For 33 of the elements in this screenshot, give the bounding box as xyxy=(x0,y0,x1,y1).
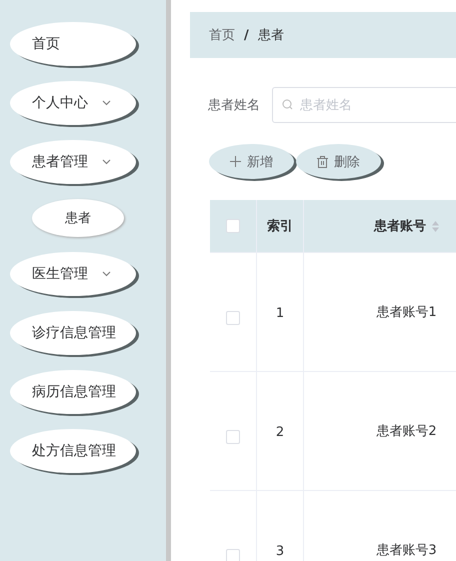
menu-item[interactable]: 首页 xyxy=(10,22,136,66)
menu-item[interactable]: 病历信息管理 xyxy=(10,370,136,414)
table-cell: 2 xyxy=(276,425,284,440)
table-cell-text: 患者账号3 xyxy=(376,542,437,559)
row-checkbox[interactable] xyxy=(226,430,240,444)
plus-icon xyxy=(230,156,241,167)
table-cell: 1 xyxy=(276,306,284,321)
search-label: 患者姓名 xyxy=(208,97,260,114)
table-cell-text: 患者账号2 xyxy=(376,423,437,440)
table-cell-text: 患者账号1 xyxy=(376,304,437,321)
breadcrumb-separator: / xyxy=(244,28,249,42)
chevron-down-icon xyxy=(102,100,111,106)
menu-item[interactable]: 处方信息管理 xyxy=(10,429,136,473)
breadcrumb-item: 患者 xyxy=(258,27,284,44)
add-button[interactable]: 新增 xyxy=(209,144,294,179)
trash-icon xyxy=(317,156,328,168)
menu-item[interactable]: 患者管理 xyxy=(10,140,136,184)
table-cell: 3 xyxy=(276,544,284,559)
menu-item[interactable]: 个人中心 xyxy=(10,81,136,125)
delete-button[interactable]: 删除 xyxy=(296,144,381,179)
sort-icon xyxy=(432,220,439,232)
search-field[interactable]: 患者姓名 xyxy=(272,87,456,123)
chevron-down-icon xyxy=(102,159,111,165)
column-header[interactable]: 患者账号 xyxy=(304,200,456,252)
submenu-item[interactable]: 患者 xyxy=(32,199,124,237)
row-checkbox[interactable] xyxy=(226,549,240,561)
chevron-down-icon xyxy=(102,271,111,277)
menu-item[interactable]: 诊疗信息管理 xyxy=(10,311,136,355)
column-header[interactable]: 索引 xyxy=(257,200,304,252)
menu-item[interactable]: 医生管理 xyxy=(10,252,136,296)
select-all-checkbox[interactable] xyxy=(226,219,240,233)
breadcrumb-item[interactable]: 首页 xyxy=(209,26,235,44)
row-checkbox[interactable] xyxy=(226,311,240,325)
